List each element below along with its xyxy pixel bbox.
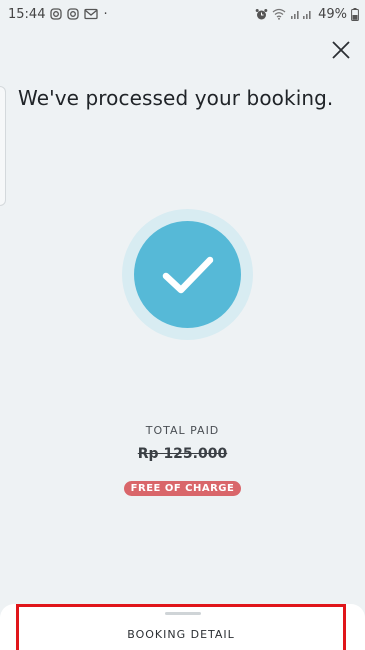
status-left: 15:44 ·	[8, 7, 108, 22]
status-right: 49%	[255, 7, 359, 22]
status-dot: ·	[103, 6, 108, 22]
status-time: 15:44	[8, 6, 46, 22]
left-edge-panel	[0, 86, 6, 206]
status-bar: 15:44 · 49%	[0, 0, 365, 28]
booking-confirmation-screen: 15:44 · 49% We've processed your booking…	[0, 0, 365, 650]
signal-icon	[290, 8, 314, 20]
success-indicator	[122, 209, 253, 340]
page-title: We've processed your booking.	[18, 86, 334, 110]
total-paid-label: TOTAL PAID	[145, 424, 220, 437]
battery-percent: 49%	[318, 6, 347, 22]
alarm-icon	[255, 8, 268, 21]
gmail-icon	[84, 8, 99, 20]
booking-detail-button[interactable]: BOOKING DETAIL	[16, 604, 346, 650]
instagram-icon	[50, 8, 63, 20]
original-price: Rp 125.000	[137, 446, 228, 462]
badge-wrapper: FREE OF CHARGE	[0, 476, 365, 496]
checkmark-icon	[161, 254, 215, 296]
battery-icon	[351, 7, 359, 21]
success-circle	[134, 221, 241, 328]
close-icon	[331, 40, 351, 60]
instagram-icon	[67, 8, 80, 20]
free-of-charge-badge: FREE OF CHARGE	[123, 481, 242, 496]
wifi-icon	[272, 8, 286, 20]
close-button[interactable]	[329, 38, 353, 62]
